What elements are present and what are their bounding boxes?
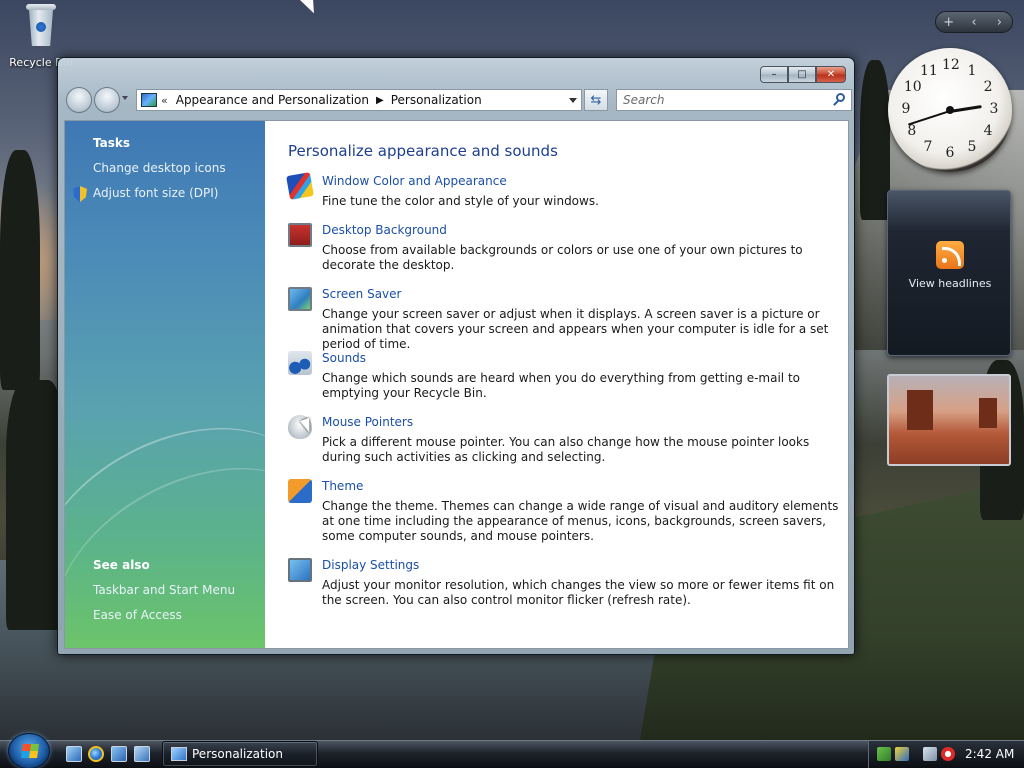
item-description: Pick a different mouse pointer. You can … <box>322 435 810 464</box>
personalization-window: – □ ✕ « Appearance and Personalization ▶… <box>57 57 855 655</box>
feed-headlines-gadget[interactable]: View headlines <box>887 190 1011 356</box>
caption-buttons: – □ ✕ <box>760 66 846 83</box>
clock-number: 1 <box>967 62 977 79</box>
task-pane: Tasks Change desktop icons Adjust font s… <box>65 121 265 648</box>
hour-hand <box>949 105 982 113</box>
clock-number: 12 <box>942 57 960 73</box>
search-placeholder: Search <box>623 93 665 107</box>
slideshow-gadget[interactable] <box>887 374 1011 466</box>
clock-number: 4 <box>983 123 993 139</box>
adjust-font-size-link[interactable]: Adjust font size (DPI) <box>93 186 218 200</box>
item-description: Change your screen saver or adjust when … <box>322 307 829 351</box>
window-content: Tasks Change desktop icons Adjust font s… <box>64 120 849 649</box>
back-button[interactable] <box>66 87 92 113</box>
previous-page-button[interactable]: ‹ <box>965 15 983 30</box>
switch-windows-icon[interactable] <box>111 746 127 762</box>
butte-rock <box>979 398 997 428</box>
forward-button[interactable] <box>94 87 120 113</box>
color-appearance-icon[interactable] <box>286 172 314 200</box>
minimize-button[interactable]: – <box>760 66 788 83</box>
navigation-bar: « Appearance and Personalization ▶ Perso… <box>64 86 852 116</box>
breadcrumb-appearance[interactable]: Appearance and Personalization <box>176 93 369 107</box>
taskbar-start-menu-link[interactable]: Taskbar and Start Menu <box>93 583 235 597</box>
mouse-pointers-link[interactable]: Mouse Pointers <box>322 415 413 429</box>
item-description: Choose from available backgrounds or col… <box>322 243 803 272</box>
taskbar-button-label: Personalization <box>192 747 283 761</box>
address-bar[interactable]: « Appearance and Personalization ▶ Perso… <box>136 89 582 111</box>
control-panel-icon <box>171 747 187 761</box>
breadcrumb-arrow-icon[interactable]: ▶ <box>376 95 384 106</box>
ease-of-access-link[interactable]: Ease of Access <box>93 608 182 622</box>
display-settings-icon[interactable] <box>288 558 312 582</box>
item-description: Change the theme. Themes can change a wi… <box>322 499 839 543</box>
next-page-button[interactable]: › <box>990 15 1008 30</box>
theme-icon[interactable] <box>288 479 312 503</box>
windows-update-icon[interactable] <box>895 747 909 761</box>
refresh-button[interactable]: ⇆ <box>584 89 608 111</box>
desktop-background-icon[interactable] <box>288 223 312 247</box>
see-also-heading: See also <box>93 558 150 572</box>
windows-logo-icon <box>21 744 39 758</box>
clock-number: 6 <box>945 145 955 161</box>
clock-number: 11 <box>920 62 938 79</box>
item-description: Fine tune the color and style of your wi… <box>322 194 599 208</box>
view-headlines-label[interactable]: View headlines <box>888 277 1012 290</box>
add-gadget-button[interactable]: + <box>940 15 958 30</box>
show-desktop-icon[interactable] <box>66 746 82 762</box>
tree <box>0 150 40 390</box>
clock-number: 2 <box>983 79 993 95</box>
clock-number: 3 <box>989 101 999 117</box>
security-center-icon[interactable] <box>877 747 891 761</box>
uac-shield-icon <box>73 186 87 202</box>
item-description: Change which sounds are heard when you d… <box>322 371 800 400</box>
clock-number: 8 <box>907 123 917 139</box>
taskbar-clock[interactable]: 2:42 AM <box>965 747 1014 761</box>
clock-number: 5 <box>967 139 977 156</box>
clock-number: 10 <box>903 79 922 95</box>
desktop-background-link[interactable]: Desktop Background <box>322 223 447 237</box>
maximize-button[interactable]: □ <box>788 66 816 83</box>
window-color-link[interactable]: Window Color and Appearance <box>322 174 507 188</box>
main-panel: Personalize appearance and sounds Window… <box>286 121 848 648</box>
sounds-icon[interactable] <box>288 351 312 375</box>
address-dropdown-icon[interactable] <box>569 98 577 103</box>
recycle-bin-icon <box>24 4 58 48</box>
breadcrumb-overflow[interactable]: « <box>161 94 168 107</box>
theme-link[interactable]: Theme <box>322 479 363 493</box>
notification-area: 2:42 AM <box>868 741 1024 768</box>
sidebar-controls[interactable]: + ‹ › <box>935 11 1013 33</box>
close-button[interactable]: ✕ <box>816 66 846 83</box>
tree <box>860 60 890 220</box>
rss-icon <box>936 241 964 269</box>
search-input[interactable]: Search <box>616 89 852 111</box>
network-icon[interactable] <box>923 747 937 761</box>
screen-saver-link[interactable]: Screen Saver <box>322 287 401 301</box>
sounds-link[interactable]: Sounds <box>322 351 366 365</box>
item-description: Adjust your monitor resolution, which ch… <box>322 578 835 607</box>
control-panel-icon <box>141 93 157 107</box>
clock-number: 9 <box>901 101 911 117</box>
search-icon[interactable] <box>836 93 845 102</box>
tasks-heading: Tasks <box>93 136 131 150</box>
recent-pages-dropdown[interactable] <box>122 96 128 100</box>
clock-gadget[interactable]: 12 1 2 3 4 5 6 7 8 9 10 11 <box>888 48 1012 172</box>
clock-center <box>946 106 954 114</box>
screen-saver-icon[interactable] <box>288 287 312 311</box>
display-settings-link[interactable]: Display Settings <box>322 558 419 572</box>
change-desktop-icons-link[interactable]: Change desktop icons <box>93 161 226 175</box>
taskbar-personalization-button[interactable]: Personalization <box>162 741 318 767</box>
breadcrumb-personalization[interactable]: Personalization <box>391 93 482 107</box>
volume-muted-icon[interactable] <box>941 747 955 761</box>
clock-number: 7 <box>923 139 933 156</box>
internet-explorer-icon[interactable] <box>88 746 104 762</box>
page-title: Personalize appearance and sounds <box>288 142 558 160</box>
quick-launch-app-icon[interactable] <box>134 746 150 762</box>
butte-rock <box>907 390 933 430</box>
start-button[interactable] <box>8 733 50 768</box>
